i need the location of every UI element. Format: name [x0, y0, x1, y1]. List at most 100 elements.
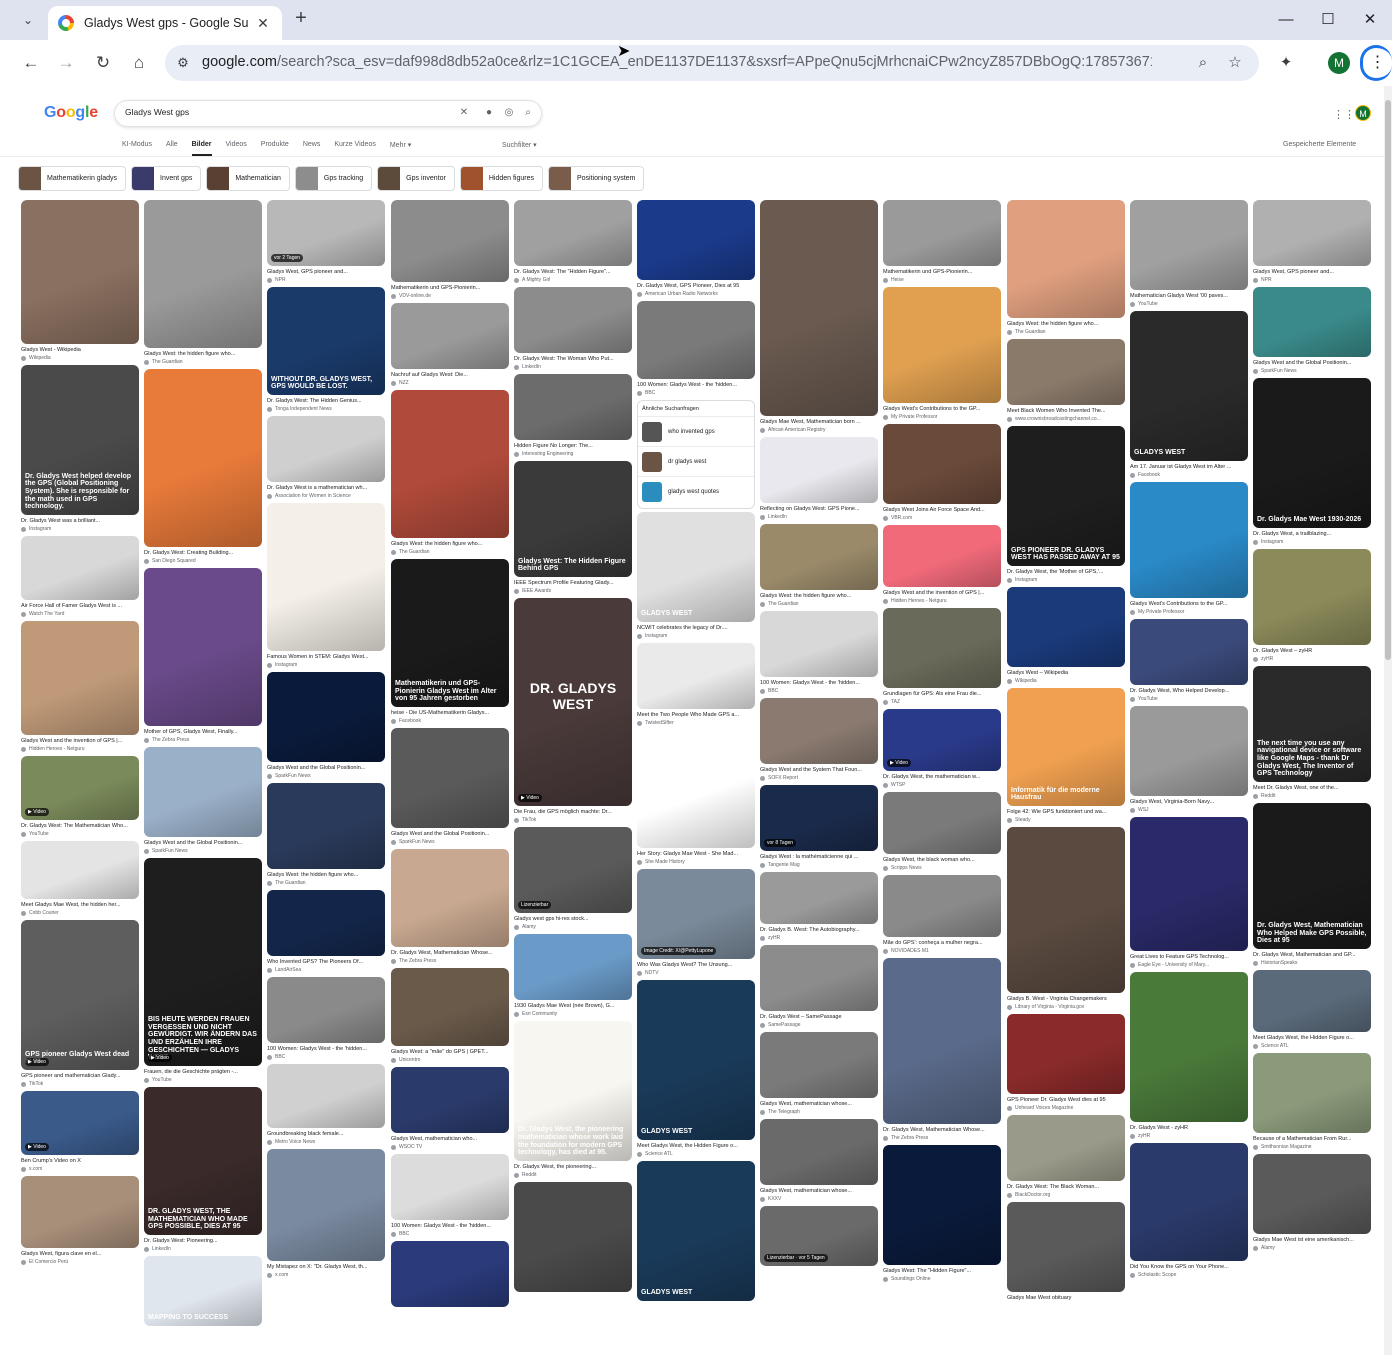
image-result[interactable]: Gladys West: the hidden figure who... The… [1007, 200, 1125, 336]
google-logo[interactable]: Google [44, 104, 98, 122]
image-result[interactable]: GLADYS WEST NCWIT celebrates the legacy o… [637, 512, 755, 640]
image-result[interactable]: Meet the Two People Who Made GPS a... Twi… [637, 643, 755, 727]
result-image[interactable] [1253, 1053, 1371, 1133]
google-account-avatar[interactable]: M [1355, 105, 1371, 121]
result-image[interactable] [1253, 200, 1371, 266]
image-source[interactable]: WSOC TV [391, 1143, 509, 1151]
image-source[interactable]: www.crownisbroadcastingchannel.co... [1007, 415, 1125, 423]
image-caption[interactable]: Gladys West: the hidden figure who... [391, 541, 509, 548]
image-source[interactable]: SparkFun News [267, 772, 385, 780]
image-caption[interactable]: Gladys Mae West, Mathematician born ... [760, 419, 878, 426]
window-close-icon[interactable]: ✕ [1358, 10, 1382, 30]
result-image[interactable]: ▶ Video [883, 709, 1001, 771]
image-source[interactable]: Cobb Courier [21, 909, 139, 917]
image-source[interactable]: NOVIDADES M1 [883, 947, 1001, 955]
related-search-item[interactable]: who invented gps [638, 416, 754, 446]
image-caption[interactable]: Gladys West, GPS pioneer and... [267, 269, 385, 276]
image-caption[interactable]: Meet the Two People Who Made GPS a... [637, 712, 755, 719]
result-image[interactable] [760, 1032, 878, 1098]
image-source[interactable]: YouTube [144, 1076, 262, 1084]
image-caption[interactable]: Mathematikerin und GPS-Pionierin... [391, 285, 509, 292]
search-tab[interactable]: KI-Modus [122, 141, 152, 155]
image-source[interactable]: Scholastic Scope [1130, 1271, 1248, 1279]
image-caption[interactable]: Gladys West: the hidden figure who... [144, 351, 262, 358]
site-info-icon[interactable]: ⚙ [174, 54, 192, 72]
image-source[interactable]: TwistedSifter [637, 719, 755, 727]
browser-tab-active[interactable]: Gladys West gps - Google Such ✕ [48, 6, 282, 40]
result-image[interactable]: ▶ Video [21, 1091, 139, 1155]
image-caption[interactable]: Dr. Gladys West, Mathematician Whose... [391, 950, 509, 957]
image-source[interactable]: The Guardian [267, 879, 385, 887]
image-source[interactable]: Steady [1007, 816, 1125, 824]
image-caption[interactable]: Gladys Mae West obituary [1007, 1295, 1125, 1302]
result-image[interactable] [267, 1149, 385, 1261]
result-image[interactable] [1130, 817, 1248, 951]
result-image[interactable] [267, 783, 385, 869]
image-source[interactable]: Hidden Heroes - Netguru [21, 745, 139, 753]
image-source[interactable]: Reddit [1253, 792, 1371, 800]
image-caption[interactable]: Gladys West, mathematician whose... [760, 1101, 878, 1108]
image-caption[interactable]: heise - Die US-Mathematikerin Gladys... [391, 710, 509, 717]
result-image[interactable] [1007, 1115, 1125, 1181]
result-image[interactable] [883, 424, 1001, 504]
result-image[interactable] [21, 536, 139, 600]
image-result[interactable]: 100 Women: Gladys West - the 'hidden... B… [267, 977, 385, 1061]
image-source[interactable]: The Guardian [391, 548, 509, 556]
image-result[interactable]: Gladys West, the black woman who... Scrip… [883, 792, 1001, 872]
image-source[interactable]: KXXV [760, 1195, 878, 1203]
image-result[interactable]: GLADYS WEST Meet Gladys West, the Hidden … [637, 980, 755, 1158]
image-result[interactable]: Lizenzierbar Gladys west gps hi-res stock… [514, 827, 632, 931]
result-image[interactable] [760, 698, 878, 764]
image-caption[interactable]: GPS pioneer and mathematician Glady... [21, 1073, 139, 1080]
image-caption[interactable]: Ben Crump's Video on X [21, 1158, 139, 1165]
image-result[interactable]: Gladys West - Wikipedia Wikipedia [21, 200, 139, 362]
image-caption[interactable]: Her Story: Gladys Mae West - She Mad... [637, 851, 755, 858]
image-result[interactable]: Gladys West's Contributions to the GP...… [1130, 482, 1248, 616]
result-image[interactable]: GLADYS WEST [1130, 311, 1248, 461]
image-source[interactable]: Alamy [514, 923, 632, 931]
image-caption[interactable]: Gladys West Joins Air Force Space And... [883, 507, 1001, 514]
image-caption[interactable]: Dr. Gladys West: Pioneering... [144, 1238, 262, 1245]
image-result[interactable]: Because of a Mathematician From Rur... Sm… [1253, 1053, 1371, 1151]
image-source[interactable]: Eagle Eye - University of Mary... [1130, 961, 1248, 969]
image-result[interactable]: GPS pioneer Gladys West dead at 95▶ Vide… [21, 920, 139, 1088]
image-source[interactable]: Metro Voice News [267, 1138, 385, 1146]
image-result[interactable]: Gladys West: the hidden figure who... The… [391, 390, 509, 556]
image-result[interactable]: Gladys West, mathematician whose... The T… [760, 1032, 878, 1116]
page-scrollbar[interactable] [1384, 86, 1392, 1355]
image-caption[interactable]: Dr. Gladys West, the pioneering... [514, 1164, 632, 1171]
image-source[interactable]: BlackDoctor.org [1007, 1191, 1125, 1199]
image-caption[interactable]: Gladys West and the System That Foun... [760, 767, 878, 774]
result-image[interactable] [391, 390, 509, 538]
result-image[interactable] [1130, 1143, 1248, 1261]
image-result[interactable]: Dr. Gladys B. West: The Autobiography...… [760, 872, 878, 942]
image-caption[interactable]: Gladys West and the Global Positionin... [144, 840, 262, 847]
image-caption[interactable]: Dr. Gladys West is a mathematician wh... [267, 485, 385, 492]
image-result[interactable]: Her Story: Gladys Mae West - She Mad... S… [637, 730, 755, 866]
result-image[interactable] [883, 875, 1001, 937]
image-source[interactable]: YouTube [1130, 300, 1248, 308]
image-result[interactable]: Nachruf auf Gladys West: Die... NZZ [391, 303, 509, 387]
result-image[interactable] [514, 374, 632, 440]
image-result[interactable]: Gladys West and the invention of GPS |..… [883, 525, 1001, 605]
image-caption[interactable]: Gladys West: the hidden figure who... [760, 593, 878, 600]
image-source[interactable]: IEEE Awards [514, 587, 632, 595]
result-image[interactable]: DR. GLADYS WEST ▶ Video [514, 598, 632, 806]
image-source[interactable]: Unicentro [391, 1056, 509, 1064]
image-source[interactable]: Esri Community [514, 1010, 632, 1018]
image-caption[interactable]: Meet Black Women Who Invented The... [1007, 408, 1125, 415]
result-image[interactable]: GLADYS WEST [637, 980, 755, 1140]
image-source[interactable]: x.com [267, 1271, 385, 1279]
image-result[interactable]: 100 Women: Gladys West - the 'hidden... B… [391, 1154, 509, 1238]
address-bar[interactable]: ⚙ google.com/search?sca_esv=daf998d8db52… [165, 45, 1259, 81]
result-image[interactable] [21, 621, 139, 735]
image-caption[interactable]: Gladys West, the black woman who... [883, 857, 1001, 864]
tab-search-icon[interactable]: ⌄ [16, 8, 40, 32]
zoom-icon[interactable]: ⌕ [1193, 53, 1213, 73]
image-source[interactable]: Interesting Engineering [514, 450, 632, 458]
image-result[interactable] [391, 1241, 509, 1307]
result-image[interactable] [883, 200, 1001, 266]
result-image[interactable] [637, 301, 755, 379]
image-result[interactable]: Gladys Mae West obituary [1007, 1202, 1125, 1302]
result-image[interactable] [883, 608, 1001, 688]
